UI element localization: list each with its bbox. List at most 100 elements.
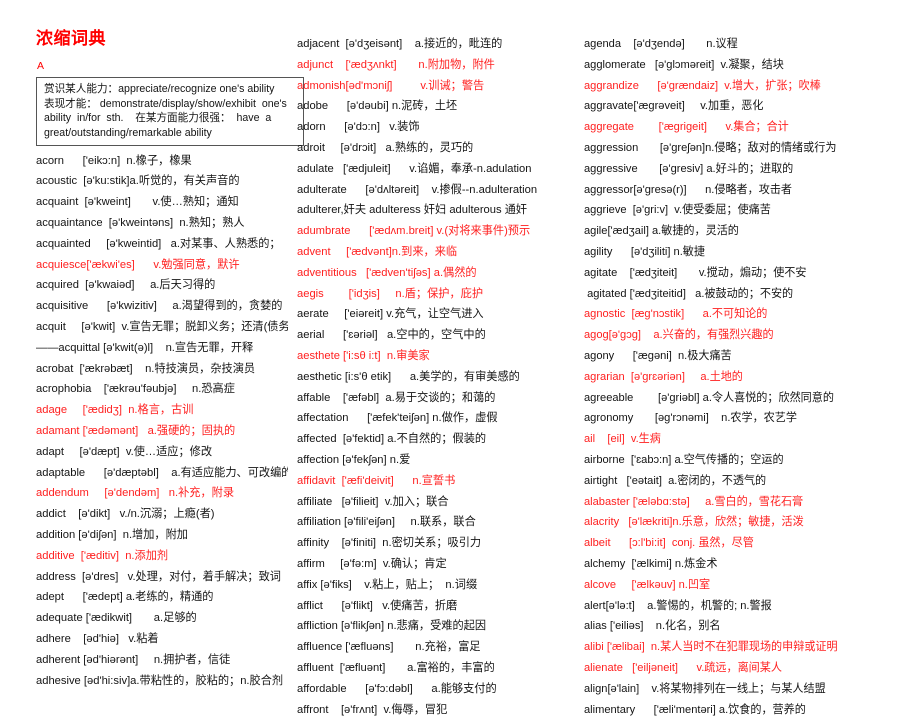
dictionary-entry: affordable [ə'fɔ:dəbl] a.能够支付的 <box>297 679 576 700</box>
entry-list-3: agenda [ə'dʒendə] n.议程agglomerate [ə'glɔ… <box>584 34 920 720</box>
dictionary-entry: agronomy [əg'rɔnəmi] n.农学，农艺学 <box>584 408 920 429</box>
dictionary-entry: alcove ['ælkəuv] n.凹室 <box>584 575 920 596</box>
dictionary-entry: aegis ['idʒis] n.盾；保护，庇护 <box>297 284 576 305</box>
dictionary-entry: affiliate [ə'filieit] v.加入；联合 <box>297 492 576 513</box>
dictionary-entry: acquisitive [ə'kwizitiv] a.渴望得到的，贪婪的 <box>36 296 288 317</box>
dictionary-entry: addict [ə'dikt] v./n.沉溺；上瘾(者) <box>36 504 288 525</box>
dictionary-entry: adhere [əd'hiə] v.粘着 <box>36 629 288 650</box>
dictionary-entry: acquiesce['ækwi'es] v.勉强同意，默许 <box>36 255 288 276</box>
dictionary-entry: adobe [ə'dəubi] n.泥砖，土坯 <box>297 96 576 117</box>
dictionary-entry: aggrandize [ə'grændaiz] v.增大，扩张；吹棒 <box>584 76 920 97</box>
dictionary-entry: adulterate [ə'dʌltəreit] v.掺假--n.adulter… <box>297 180 576 201</box>
dictionary-entry: agility [ə'dʒiliti] n.敏捷 <box>584 242 920 263</box>
dictionary-entry: advent ['ædvənt]n.到来，来临 <box>297 242 576 263</box>
dictionary-entry: aggression [ə'greʃən]n.侵略；敌对的情绪或行为 <box>584 138 920 159</box>
dictionary-entry: acquit [ə'kwit] v.宣告无罪；脱卸义务；还清(债务) <box>36 317 288 338</box>
dictionary-entry: adulate ['ædjuleit] v.谄媚，奉承-n.adulation <box>297 159 576 180</box>
dictionary-entry: agitate ['ædʒiteit] v.搅动，煽动；使不安 <box>584 263 920 284</box>
dictionary-entry: adumbrate ['ædʌm.breit] v.(对将来事件)预示 <box>297 221 576 242</box>
dictionary-entry: alabaster ['æləbɑ:stə] a.雪白的，雪花石膏 <box>584 492 920 513</box>
dictionary-entry: admonish[əd'mɔniʃ] v.训诫；警告 <box>297 76 576 97</box>
dictionary-entry: affliction [ə'flikʃən] n.悲痛，受难的起因 <box>297 616 576 637</box>
dictionary-entry: albeit [ɔ:l'bi:it] conj. 虽然，尽管 <box>584 533 920 554</box>
dictionary-entry: adaptable [ə'dæptəbl] a.有适应能力、可改编的 <box>36 463 288 484</box>
dictionary-entry: alimentary ['æli'mentəri] a.饮食的，营养的 <box>584 700 920 720</box>
dictionary-entry: adamant ['ædəmənt] a.强硬的；固执的 <box>36 421 288 442</box>
dictionary-entry: affix [ə'fiks] v.粘上，贴上； n.词缀 <box>297 575 576 596</box>
dictionary-entry: address [ə'dres] v.处理，对付，着手解决；致词 <box>36 567 288 588</box>
usage-note-line: 表现才能： demonstrate/display/show/exhibit o… <box>44 97 297 112</box>
dictionary-entry: adjacent [ə'dʒeisənt] a.接近的，毗连的 <box>297 34 576 55</box>
dictionary-entry: acorn ['eikɔ:n] n.橡子，橡果 <box>36 151 288 172</box>
dictionary-entry: agile['ædʒail] a.敏捷的，灵活的 <box>584 221 920 242</box>
dictionary-entry: affluent ['æfluənt] a.富裕的，丰富的 <box>297 658 576 679</box>
dictionary-entry: alert[ə'lə:t] a.警惕的，机警的; n.警报 <box>584 596 920 617</box>
entry-list-1: acorn ['eikɔ:n] n.橡子，橡果acoustic [ə'ku:st… <box>36 151 288 692</box>
dictionary-entry: aerial ['ɛəriəl] a.空中的，空气中的 <box>297 325 576 346</box>
dictionary-entry: acoustic [ə'ku:stik]a.听觉的，有关声音的 <box>36 171 288 192</box>
dictionary-entry: acquired [ə'kwaiəd] a.后天习得的 <box>36 275 288 296</box>
dictionary-entry: adequate ['ædikwit] a.足够的 <box>36 608 288 629</box>
dictionary-entry: affection [ə'fekʃən] n.爱 <box>297 450 576 471</box>
column-2: adjacent [ə'dʒeisənt] a.接近的，毗连的adjunct [… <box>288 0 576 720</box>
dictionary-entry: acrophobia ['ækrəu'fəubjə] n.恐高症 <box>36 379 288 400</box>
dictionary-entry: aerate ['eiəreit] v.充气，让空气进入 <box>297 304 576 325</box>
dictionary-entry: adjunct ['ædʒʌnkt] n.附加物，附件 <box>297 55 576 76</box>
dictionary-entry: alibi ['ælibai] n.某人当时不在犯罪现场的申辩或证明 <box>584 637 920 658</box>
dictionary-entry: affinity [ə'finiti] n.密切关系；吸引力 <box>297 533 576 554</box>
column-3: agenda [ə'dʒendə] n.议程agglomerate [ə'glɔ… <box>576 0 920 720</box>
dictionary-entry: afflict [ə'flikt] v.使痛苦，折磨 <box>297 596 576 617</box>
dictionary-entry: agenda [ə'dʒendə] n.议程 <box>584 34 920 55</box>
dictionary-entry: aggrieve [ə'gri:v] v.使受委屈；使痛苦 <box>584 200 920 221</box>
dictionary-entry: agrarian [ə'grɛəriən] a.土地的 <box>584 367 920 388</box>
dictionary-entry: addition [ə'diʃən] n.增加，附加 <box>36 525 288 546</box>
dictionary-entry: airtight ['eətait] a.密闭的，不透气的 <box>584 471 920 492</box>
dictionary-entry: adept ['ædept] a.老练的，精通的 <box>36 587 288 608</box>
usage-note-box: 赏识某人能力：appreciate/recognize one's abilit… <box>36 77 304 145</box>
usage-note-line: 赏识某人能力：appreciate/recognize one's abilit… <box>44 82 297 97</box>
page-title: 浓缩词典 <box>36 30 288 49</box>
dictionary-entry: affable ['æfəbl] a.易于交谈的；和蔼的 <box>297 388 576 409</box>
dictionary-entry: alacrity [ə'lækriti]n.乐意，欣然；敏捷，活泼 <box>584 512 920 533</box>
usage-note-line: ability in/for sth. 在某方面能力很强： have a <box>44 111 297 126</box>
dictionary-entry: adventitious ['ædven'tiʃəs] a.偶然的 <box>297 263 576 284</box>
section-letter-heading: A <box>37 61 288 73</box>
dictionary-entry: affidavit ['æfi'deivit] n.宣誓书 <box>297 471 576 492</box>
dictionary-entry: aggressive [ə'gresiv] a.好斗的；进取的 <box>584 159 920 180</box>
dictionary-entry: acrobat ['ækrəbæt] n.特技演员，杂技演员 <box>36 359 288 380</box>
dictionary-entry: airborne ['ɛabɔ:n] a.空气传播的；空运的 <box>584 450 920 471</box>
dictionary-entry: adapt [ə'dæpt] v.使…适应；修改 <box>36 442 288 463</box>
dictionary-entry: acquaintance [ə'kweintəns] n.熟知；熟人 <box>36 213 288 234</box>
dictionary-entry: acquaint [ə'kweint] v.使…熟知；通知 <box>36 192 288 213</box>
dictionary-entry: ——acquittal [ə'kwit(ə)l] n.宣告无罪，开释 <box>36 338 288 359</box>
dictionary-entry: adage ['ædidʒ] n.格言，古训 <box>36 400 288 421</box>
dictionary-entry: affluence ['æfluəns] n.充裕，富足 <box>297 637 576 658</box>
dictionary-entry: adhesive [əd'hi:siv]a.带粘性的，胶粘的；n.胶合剂 <box>36 671 288 692</box>
dictionary-entry: agglomerate [ə'glɔməreit] v.凝聚，结块 <box>584 55 920 76</box>
dictionary-entry: affiliation [ə'fili'eiʃən] n.联系，联合 <box>297 512 576 533</box>
dictionary-entry: acquainted [ə'kweintid] a.对某事、人熟悉的； <box>36 234 288 255</box>
dictionary-entry: affirm [ə'fə:m] v.确认；肯定 <box>297 554 576 575</box>
dictionary-entry: aesthete ['i:sθ i:t] n.审美家 <box>297 346 576 367</box>
dictionary-entry: adulterer,奸夫 adulteress 奸妇 adulterous 通奸 <box>297 200 576 221</box>
dictionary-entry: alienate ['eiljəneit] v.疏远，离间某人 <box>584 658 920 679</box>
dictionary-entry: adherent [əd'hiərənt] n.拥护者，信徒 <box>36 650 288 671</box>
dictionary-entry: align[ə'lain] v.将某物排列在一线上；与某人结盟 <box>584 679 920 700</box>
dictionary-entry: agony ['ægəni] n.极大痛苦 <box>584 346 920 367</box>
dictionary-entry: alchemy ['ælkimi] n.炼金术 <box>584 554 920 575</box>
dictionary-entry: adroit [ə'drɔit] a.熟练的，灵巧的 <box>297 138 576 159</box>
dictionary-entry: ail [eil] v.生病 <box>584 429 920 450</box>
dictionary-entry: agitated ['ædʒiteitid] a.被鼓动的；不安的 <box>584 284 920 305</box>
dictionary-entry: adorn [ə'dɔ:n] v.装饰 <box>297 117 576 138</box>
dictionary-entry: agog[ə'gɔg] a.兴奋的，有强烈兴趣的 <box>584 325 920 346</box>
columns-container: 浓缩词典 A 赏识某人能力：appreciate/recognize one's… <box>0 0 920 720</box>
dictionary-entry: alias ['eiliəs] n.化名，别名 <box>584 616 920 637</box>
dictionary-entry: aggregate ['ægrigeit] v.集合；合计 <box>584 117 920 138</box>
dictionary-entry: aggravate['ægrəveit] v.加重，恶化 <box>584 96 920 117</box>
column-1: 浓缩词典 A 赏识某人能力：appreciate/recognize one's… <box>0 0 288 691</box>
dictionary-entry: agnostic [æg'nɔstik] a.不可知论的 <box>584 304 920 325</box>
dictionary-entry: aesthetic [i:s'θ etik] a.美学的，有审美感的 <box>297 367 576 388</box>
dictionary-entry: aggressor[ə'gresə(r)] n.侵略者，攻击者 <box>584 180 920 201</box>
entry-list-2: adjacent [ə'dʒeisənt] a.接近的，毗连的adjunct [… <box>297 34 576 720</box>
dictionary-entry: affront [ə'frʌnt] v.侮辱，冒犯 <box>297 700 576 720</box>
